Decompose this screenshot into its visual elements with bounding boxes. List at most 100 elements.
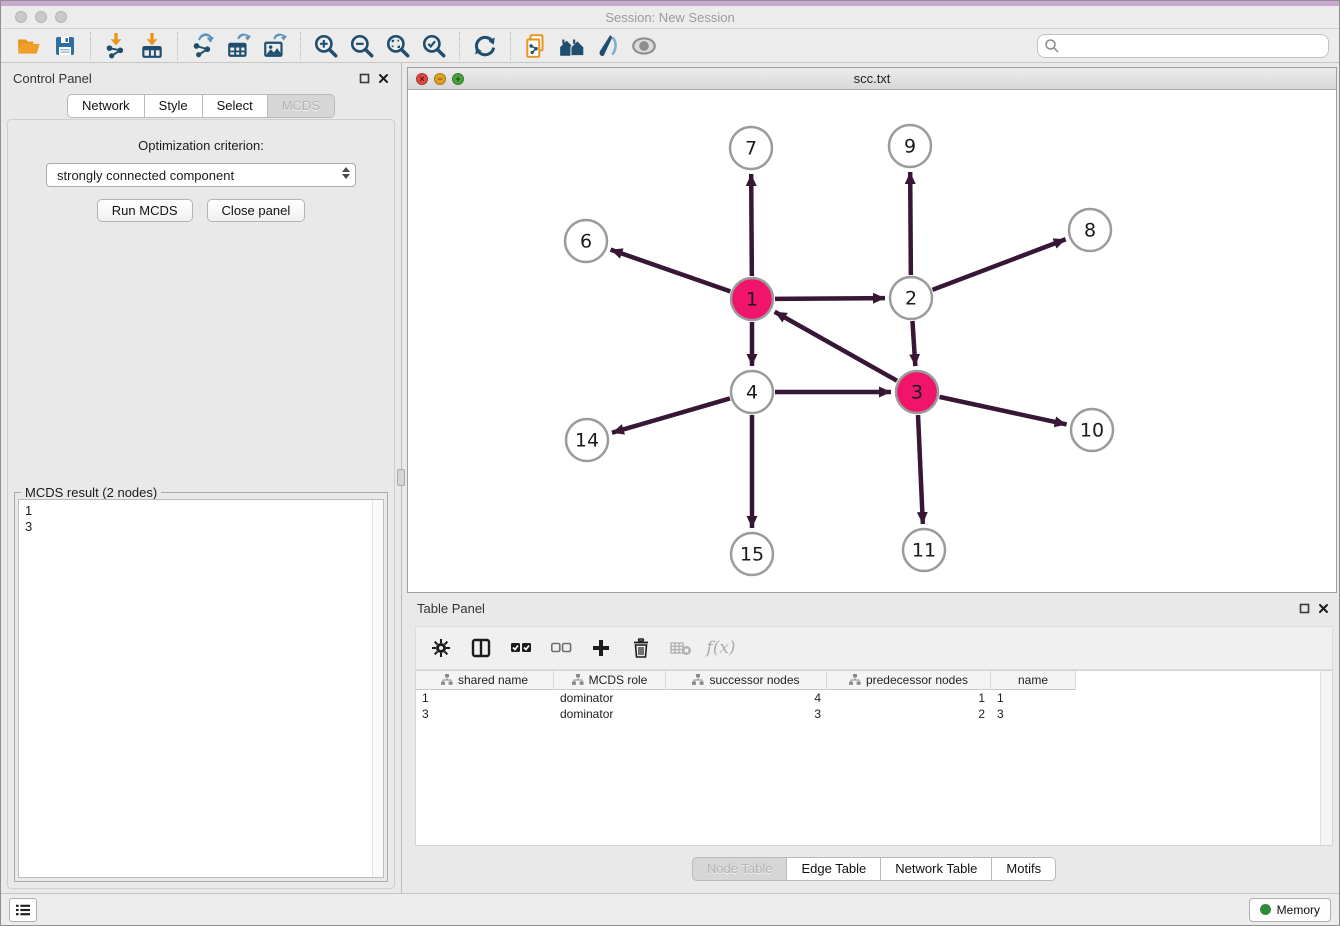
table-cell[interactable]: 1 <box>416 690 554 706</box>
import-network-button[interactable] <box>98 30 134 62</box>
unselect-all-columns-icon <box>550 641 572 655</box>
network-overview-button[interactable] <box>554 30 590 62</box>
graph-edge-3-10[interactable] <box>939 397 1066 425</box>
graph-edge-1-7[interactable] <box>751 174 752 276</box>
column-header-MCDS-role[interactable]: MCDS role <box>554 671 666 690</box>
control-panel-title: Control Panel <box>13 71 92 86</box>
toolbar-separator <box>300 32 301 60</box>
delete-column-button[interactable] <box>628 635 654 661</box>
graph-edge-1-2[interactable] <box>775 298 885 299</box>
graph-edge-2-9[interactable] <box>910 172 911 275</box>
import-table-button[interactable] <box>134 30 170 62</box>
zoom-selected-button[interactable] <box>416 30 452 62</box>
criterion-dropdown[interactable]: strongly connected component <box>46 163 356 187</box>
graph-edge-2-8[interactable] <box>933 239 1066 290</box>
search-icon <box>1044 38 1060 54</box>
column-header-predecessor-nodes[interactable]: predecessor nodes <box>827 671 991 690</box>
memory-button[interactable]: Memory <box>1249 898 1331 922</box>
delete-table-icon <box>670 640 692 656</box>
graph-edge-3-1[interactable] <box>775 312 897 381</box>
graphics-details-icon <box>595 33 621 59</box>
graph-node-label: 11 <box>912 540 936 562</box>
table-cell[interactable]: 3 <box>416 706 554 722</box>
delete-table-button[interactable] <box>668 635 694 661</box>
graph-edge-2-3[interactable] <box>912 321 915 366</box>
tab-style[interactable]: Style <box>145 94 203 118</box>
open-session-button[interactable] <box>11 30 47 62</box>
zoom-in-button[interactable] <box>308 30 344 62</box>
columns-icon <box>471 638 491 658</box>
tab-node-table[interactable]: Node Table <box>692 857 788 881</box>
table-cell[interactable]: 2 <box>827 706 991 722</box>
table-panel-tabs: Node TableEdge TableNetwork TableMotifs <box>692 857 1056 881</box>
mcds-result-text[interactable]: 1 3 <box>18 499 384 878</box>
zoom-out-button[interactable] <box>344 30 380 62</box>
graph-edge-4-14[interactable] <box>612 398 730 432</box>
apply-layout-button[interactable] <box>467 30 503 62</box>
network-window-title: scc.txt <box>408 71 1336 86</box>
table-cell[interactable]: 1 <box>991 690 1076 706</box>
table-cell[interactable]: 3 <box>991 706 1076 722</box>
clone-network-button[interactable] <box>518 30 554 62</box>
zoom-selected-icon <box>421 33 447 59</box>
gear-button[interactable] <box>428 635 454 661</box>
table-panel-title: Table Panel <box>417 601 485 616</box>
float-panel-icon[interactable] <box>1299 603 1310 614</box>
table-cell[interactable]: dominator <box>554 706 666 722</box>
network-canvas[interactable]: 7968124314101511 <box>408 90 1336 592</box>
tab-network-table[interactable]: Network Table <box>881 857 992 881</box>
network-window-titlebar[interactable]: × − + scc.txt <box>408 68 1336 90</box>
table-row[interactable]: 3dominator323 <box>416 706 1332 722</box>
eye-icon <box>630 33 658 59</box>
close-panel-icon[interactable] <box>378 73 389 84</box>
tab-select[interactable]: Select <box>203 94 268 118</box>
run-mcds-button[interactable]: Run MCDS <box>97 199 193 222</box>
tab-mcds[interactable]: MCDS <box>268 94 335 118</box>
table-body: 1dominator4113dominator323 <box>416 690 1332 722</box>
unselect-all-columns-button[interactable] <box>548 635 574 661</box>
optimization-criterion-label: Optimization criterion: <box>8 138 394 153</box>
function-builder-button[interactable]: f(x) <box>708 635 734 661</box>
result-scrollbar[interactable] <box>372 500 383 877</box>
zoom-fit-button[interactable] <box>380 30 416 62</box>
table-scrollbar[interactable] <box>1320 671 1332 845</box>
graph-node-label: 8 <box>1084 220 1096 242</box>
export-image-button[interactable] <box>257 30 293 62</box>
task-history-button[interactable] <box>9 898 37 922</box>
columns-button[interactable] <box>468 635 494 661</box>
control-panel-tabs: NetworkStyleSelectMCDS <box>67 94 335 118</box>
float-panel-icon[interactable] <box>359 73 370 84</box>
panel-splitter-handle[interactable] <box>397 469 405 486</box>
mcds-result-group: MCDS result (2 nodes) 1 3 <box>14 492 388 882</box>
export-network-button[interactable] <box>185 30 221 62</box>
graphics-details-button[interactable] <box>590 30 626 62</box>
table-row[interactable]: 1dominator411 <box>416 690 1332 706</box>
add-column-button[interactable] <box>588 635 614 661</box>
search-box[interactable] <box>1037 34 1329 58</box>
table-cell[interactable]: dominator <box>554 690 666 706</box>
graph-edge-1-6[interactable] <box>611 250 731 292</box>
status-bar: Memory <box>1 893 1339 925</box>
graph-edge-3-11[interactable] <box>918 415 923 524</box>
export-table-icon <box>226 33 252 59</box>
column-header-name[interactable]: name <box>991 671 1076 690</box>
control-panel: Control Panel NetworkStyleSelectMCDS Opt… <box>1 63 402 895</box>
column-header-successor-nodes[interactable]: successor nodes <box>666 671 827 690</box>
column-header-shared-name[interactable]: shared name <box>416 671 554 690</box>
save-session-button[interactable] <box>47 30 83 62</box>
trash-icon <box>632 638 650 658</box>
search-input[interactable] <box>1060 36 1322 56</box>
export-table-button[interactable] <box>221 30 257 62</box>
eye-button[interactable] <box>626 30 662 62</box>
tab-network[interactable]: Network <box>67 94 145 118</box>
select-all-columns-button[interactable] <box>508 635 534 661</box>
close-panel-icon[interactable] <box>1318 603 1329 614</box>
toolbar-separator <box>177 32 178 60</box>
table-cell[interactable]: 1 <box>827 690 991 706</box>
tab-edge-table[interactable]: Edge Table <box>787 857 881 881</box>
close-panel-button[interactable]: Close panel <box>207 199 306 222</box>
table-header-row: shared nameMCDS rolesuccessor nodesprede… <box>416 671 1332 690</box>
tab-motifs[interactable]: Motifs <box>992 857 1056 881</box>
table-cell[interactable]: 3 <box>666 706 827 722</box>
table-cell[interactable]: 4 <box>666 690 827 706</box>
